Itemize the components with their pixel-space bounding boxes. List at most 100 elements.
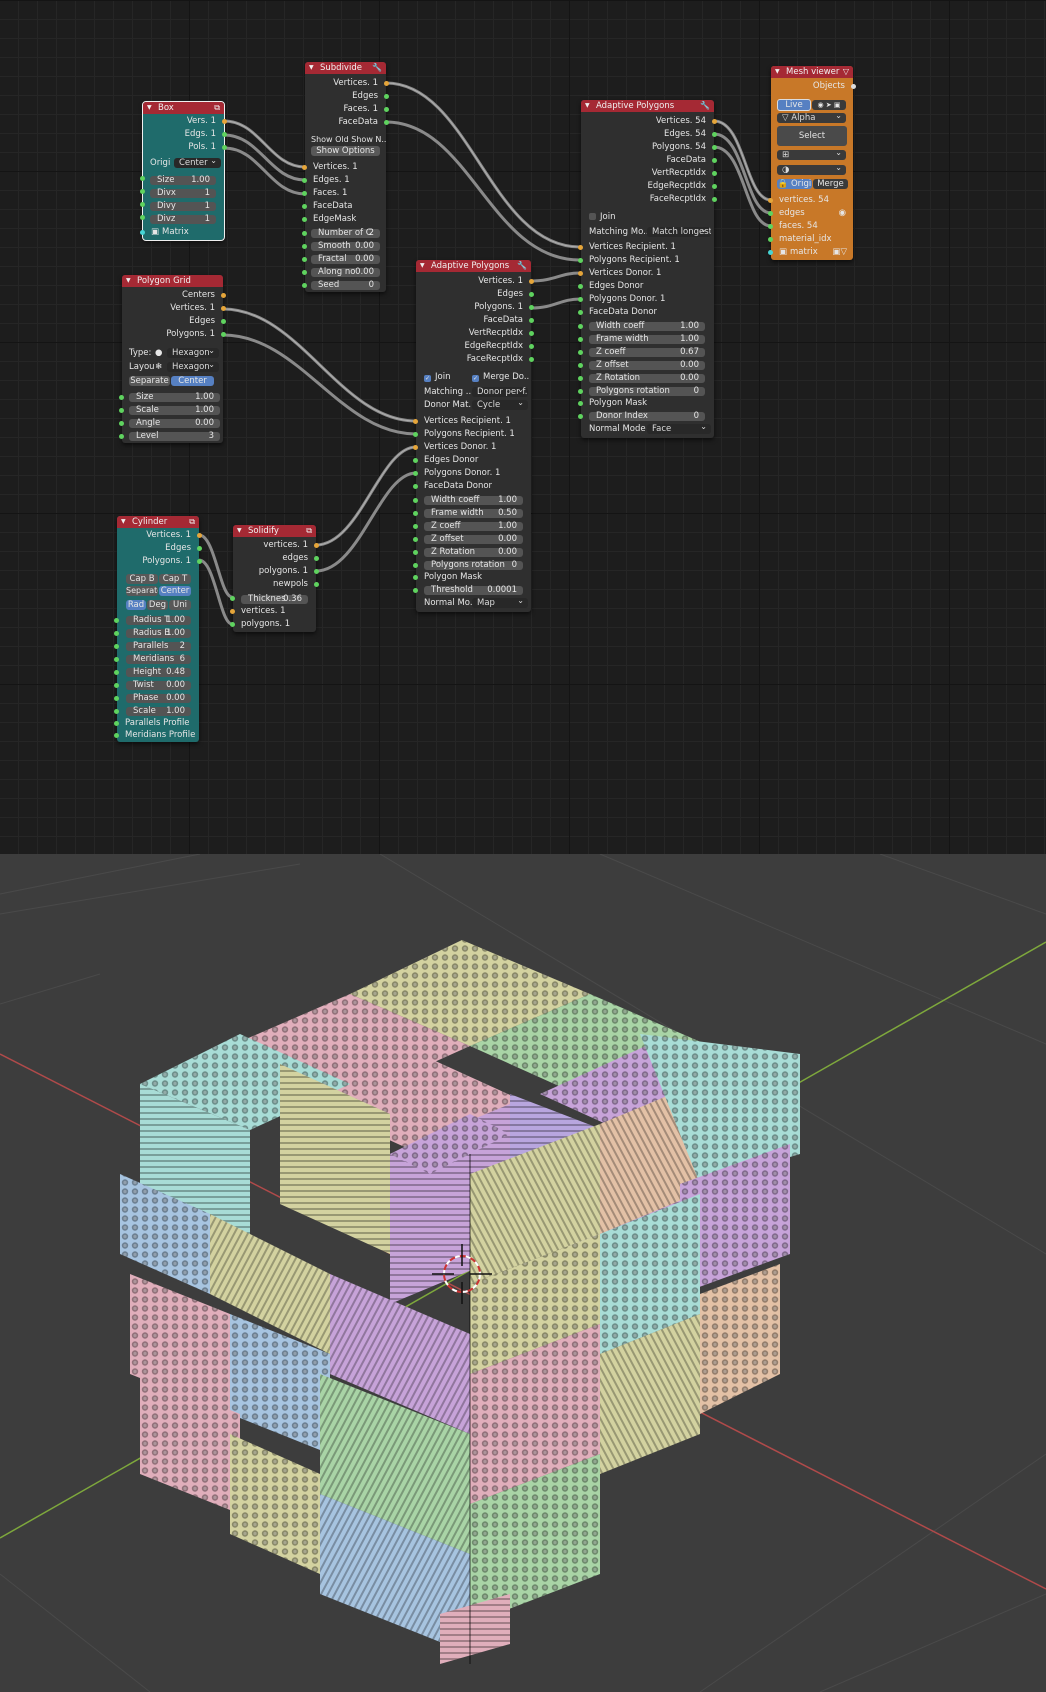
adaptive2-output-edges[interactable]: Edges. 54 <box>581 128 717 140</box>
center-button[interactable]: Center <box>171 376 214 386</box>
input-socket[interactable] <box>413 483 418 489</box>
divy-field[interactable]: Divy 1 <box>150 202 216 211</box>
angle-field[interactable]: Angle 0.00 <box>129 419 220 428</box>
output-socket[interactable] <box>314 542 319 548</box>
box-output-polygons[interactable]: Pols. 1 <box>143 141 227 153</box>
node-options-icon[interactable]: ⧉ <box>189 516 195 528</box>
adaptive2-output-edgerecptidx[interactable]: EdgeRecptIdx <box>581 180 717 192</box>
input-socket[interactable] <box>413 498 418 503</box>
input-socket[interactable] <box>114 720 119 726</box>
input-socket[interactable] <box>413 431 418 437</box>
input-socket[interactable] <box>302 270 307 275</box>
input-socket[interactable] <box>302 216 307 222</box>
input-socket[interactable] <box>413 511 418 516</box>
box-output-vertices[interactable]: Vers. 1 <box>143 115 227 127</box>
input-socket[interactable] <box>578 389 583 394</box>
input-socket[interactable] <box>578 296 583 302</box>
checkbox-icon[interactable]: ✓ <box>472 375 479 382</box>
z-coeff-field[interactable]: Z coeff 1.00 <box>424 522 523 531</box>
output-socket[interactable] <box>529 317 534 323</box>
solidify-output-vertices[interactable]: vertices. 1 <box>233 539 319 551</box>
height-field[interactable]: Height 0.48 <box>126 668 191 677</box>
level-field[interactable]: Level 3 <box>129 432 220 441</box>
output-socket[interactable] <box>384 80 389 86</box>
smooth-field[interactable]: Smooth 0.00 <box>311 242 380 251</box>
normal-mode-dropdown[interactable]: Map <box>472 598 528 608</box>
phase-field[interactable]: Phase 0.00 <box>126 694 191 703</box>
wrench-icon[interactable]: 🔧 <box>517 260 527 272</box>
adaptive2-input-vertices-donor[interactable]: Vertices Donor. 1 <box>578 267 714 279</box>
solidify-node-header[interactable]: ▼ Solidify ⧉ <box>233 525 316 537</box>
adaptive2-input-edges-donor[interactable]: Edges Donor <box>578 280 714 292</box>
eye-icon[interactable]: ◉ <box>817 101 823 109</box>
input-socket[interactable] <box>413 418 418 424</box>
cursor-icon[interactable]: ➤ <box>826 101 832 109</box>
polygon-grid-node[interactable]: ▼ Polygon Grid Centers Vertices. 1 Edges … <box>119 275 226 443</box>
input-socket[interactable] <box>114 657 119 662</box>
input-socket[interactable] <box>140 202 145 207</box>
show-options-button[interactable]: Show Options <box>311 146 380 156</box>
grid-output-edges[interactable]: Edges <box>122 315 226 327</box>
adaptive2-output-vertrecptidx[interactable]: VertRecptIdx <box>581 167 717 179</box>
solidify-output-newpols[interactable]: newpols <box>233 578 319 590</box>
normal-mode-dropdown[interactable]: Face <box>647 424 711 434</box>
node-options-icon[interactable]: ⧉ <box>306 525 312 537</box>
input-socket[interactable] <box>413 444 418 450</box>
solidify-output-polygons[interactable]: polygons. 1 <box>233 565 319 577</box>
output-socket[interactable] <box>221 331 226 337</box>
mesh-viewer-input-edges[interactable]: edges ◉ <box>768 207 853 219</box>
solidify-input-polygons[interactable]: polygons. 1 <box>230 618 316 630</box>
divz-field[interactable]: Divz 1 <box>150 215 216 224</box>
adaptive1-input-polygons-donor[interactable]: Polygons Donor. 1 <box>413 467 531 479</box>
input-socket[interactable] <box>302 257 307 262</box>
z-offset-field[interactable]: Z offset 0.00 <box>589 361 705 370</box>
output-socket[interactable] <box>197 545 202 551</box>
input-socket[interactable] <box>140 176 145 181</box>
box-input-matrix[interactable]: ▣ Matrix <box>140 226 224 238</box>
subdivide-output-facedata[interactable]: FaceData <box>305 116 389 128</box>
twist-field[interactable]: Twist 0.00 <box>126 681 191 690</box>
input-socket[interactable] <box>578 376 583 381</box>
collapse-arrow-icon[interactable]: ▼ <box>420 260 425 272</box>
matching-dropdown[interactable]: Donor per f... <box>472 387 528 397</box>
adaptive2-input-polygons-recipient[interactable]: Polygons Recipient. 1 <box>578 254 714 266</box>
collapse-arrow-icon[interactable]: ▼ <box>585 100 590 112</box>
input-socket[interactable] <box>578 270 583 276</box>
number-of-cuts-field[interactable]: Number of C2 <box>311 229 380 238</box>
adaptive2-input-polygons-donor[interactable]: Polygons Donor. 1 <box>578 293 714 305</box>
output-socket[interactable] <box>529 330 534 336</box>
parallels-field[interactable]: Parallels 2 <box>126 642 191 651</box>
adaptive1-output-edges[interactable]: Edges <box>416 288 534 300</box>
cylinder-node[interactable]: ▼ Cylinder ⧉ Vertices. 1 Edges Polygons. 1… <box>114 516 202 742</box>
output-socket[interactable] <box>221 305 226 311</box>
adaptive-polygons-2-header[interactable]: ▼ Adaptive Polygons 🔧 <box>581 100 714 112</box>
radians-button[interactable]: Rad <box>126 600 146 610</box>
input-socket[interactable] <box>768 210 773 216</box>
input-socket[interactable] <box>302 244 307 249</box>
merge-donor-checkbox[interactable]: ✓ Merge Do.. <box>472 371 529 383</box>
object-name-field[interactable]: ▽ Alpha <box>777 113 846 123</box>
input-socket[interactable] <box>114 644 119 649</box>
input-socket[interactable] <box>413 470 418 476</box>
mesh-viewer-output-objects[interactable]: Objects <box>771 80 856 92</box>
output-socket[interactable] <box>222 118 227 124</box>
input-socket[interactable] <box>302 203 307 209</box>
adaptive1-input-edges-donor[interactable]: Edges Donor <box>413 454 531 466</box>
input-socket[interactable] <box>413 457 418 463</box>
subdivide-input-edgemask[interactable]: EdgeMask <box>302 213 386 225</box>
output-socket[interactable] <box>712 170 717 176</box>
cylinder-output-edges[interactable]: Edges <box>117 542 202 554</box>
output-socket[interactable] <box>712 196 717 202</box>
input-socket[interactable] <box>302 190 307 196</box>
input-socket[interactable] <box>578 350 583 355</box>
cylinder-node-header[interactable]: ▼ Cylinder ⧉ <box>117 516 199 528</box>
center-button[interactable]: Center <box>159 586 191 596</box>
adaptive1-output-vertices[interactable]: Vertices. 1 <box>416 275 534 287</box>
box-output-edges[interactable]: Edgs. 1 <box>143 128 227 140</box>
donor-index-field[interactable]: Donor Index 0 <box>589 412 705 421</box>
z-rotation-field[interactable]: Z Rotation 0.00 <box>589 374 705 383</box>
input-socket[interactable] <box>413 588 418 593</box>
color-field[interactable]: ◑ <box>777 165 846 175</box>
subdivide-output-faces[interactable]: Faces. 1 <box>305 103 389 115</box>
merge-button[interactable]: Merge <box>813 179 848 189</box>
